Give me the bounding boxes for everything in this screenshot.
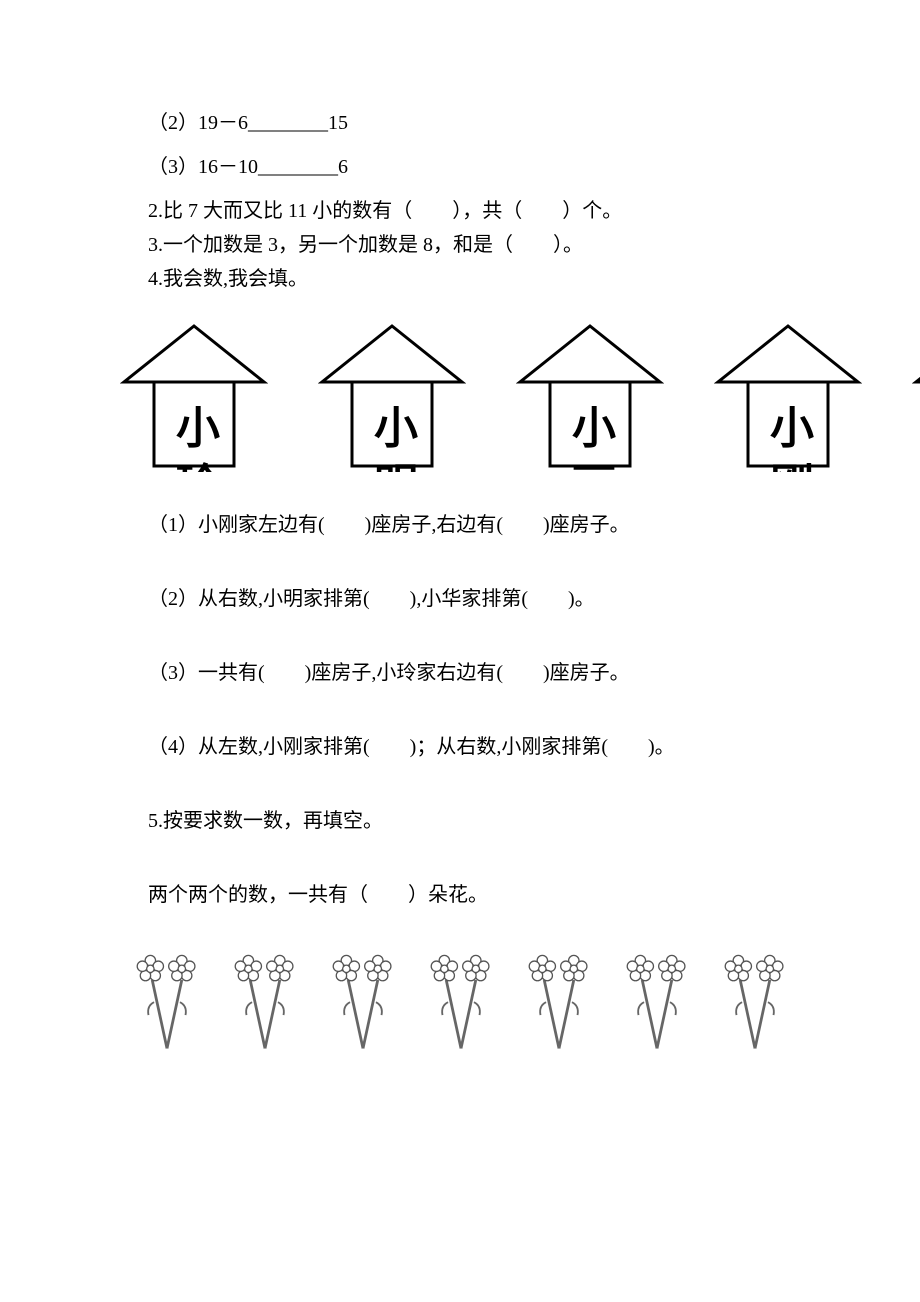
problem-1-3: （3）16－10________6 (148, 154, 920, 180)
problem-5: 5.按要求数一数，再填空。 (148, 808, 920, 834)
problem-1-2: （2）19－6________15 (148, 110, 920, 136)
problem-1-2-text: （2）19－6________15 (148, 112, 348, 134)
problem-4-2: （2）从右数,小明家排第( ),小华家排第( )。 (148, 586, 920, 612)
problem-4-4-text: （4）从左数,小刚家排第( )；从右数,小刚家排第( )。 (148, 736, 675, 758)
house-icon (912, 322, 920, 472)
flower-pair-icon (228, 948, 302, 1060)
problem-4-text: 4.我会数,我会填。 (148, 268, 308, 290)
flower-pair-icon (718, 948, 792, 1060)
flower-pair (522, 948, 596, 1060)
house-item: 小 (912, 322, 920, 472)
flower-pair-icon (620, 948, 694, 1060)
flower-pair-icon (522, 948, 596, 1060)
worksheet-page: （2）19－6________15 （3）16－10________6 2.比 … (0, 0, 920, 1302)
problem-3-text: 3.一个加数是 3，另一个加数是 8，和是（ ）。 (148, 234, 583, 256)
problem-4-3: （3）一共有( )座房子,小玲家右边有( )座房子。 (148, 660, 920, 686)
house-item: 小明 (318, 322, 466, 472)
house-label: 小玲 (154, 394, 242, 472)
problem-1-3-text: （3）16－10________6 (148, 156, 348, 178)
problem-5-prompt: 两个两个的数，一共有（ ）朵花。 (148, 882, 920, 908)
house-label: 小丽 (550, 394, 638, 472)
flower-pair (718, 948, 792, 1060)
problem-2: 2.比 7 大而又比 11 小的数有（ ），共（ ）个。 (148, 198, 920, 224)
problem-3: 3.一个加数是 3，另一个加数是 8，和是（ ）。 (148, 232, 920, 258)
flower-pair (228, 948, 302, 1060)
house-label: 小明 (352, 394, 440, 472)
flower-pair (424, 948, 498, 1060)
problem-4-1-text: （1）小刚家左边有( )座房子,右边有( )座房子。 (148, 514, 630, 536)
flower-pair-icon (424, 948, 498, 1060)
problem-4: 4.我会数,我会填。 (148, 266, 920, 292)
problem-2-text: 2.比 7 大而又比 11 小的数有（ ），共（ ）个。 (148, 200, 622, 222)
flower-pair (326, 948, 400, 1060)
problem-4-2-text: （2）从右数,小明家排第( ),小华家排第( )。 (148, 588, 595, 610)
house-item: 小玲 (120, 322, 268, 472)
houses-row: 小玲 小明 小丽 小刚 小 (120, 322, 920, 472)
house-item: 小刚 (714, 322, 862, 472)
flower-pair-icon (130, 948, 204, 1060)
house-label: 小刚 (748, 394, 836, 472)
problem-5-prompt-text: 两个两个的数，一共有（ ）朵花。 (148, 884, 488, 906)
flower-pair (130, 948, 204, 1060)
flower-pair-icon (326, 948, 400, 1060)
problem-4-1: （1）小刚家左边有( )座房子,右边有( )座房子。 (148, 512, 920, 538)
problem-4-3-text: （3）一共有( )座房子,小玲家右边有( )座房子。 (148, 662, 630, 684)
flowers-row (130, 948, 920, 1060)
flower-pair (620, 948, 694, 1060)
problem-4-4: （4）从左数,小刚家排第( )；从右数,小刚家排第( )。 (148, 734, 920, 760)
house-item: 小丽 (516, 322, 664, 472)
problem-5-text: 5.按要求数一数，再填空。 (148, 810, 383, 832)
